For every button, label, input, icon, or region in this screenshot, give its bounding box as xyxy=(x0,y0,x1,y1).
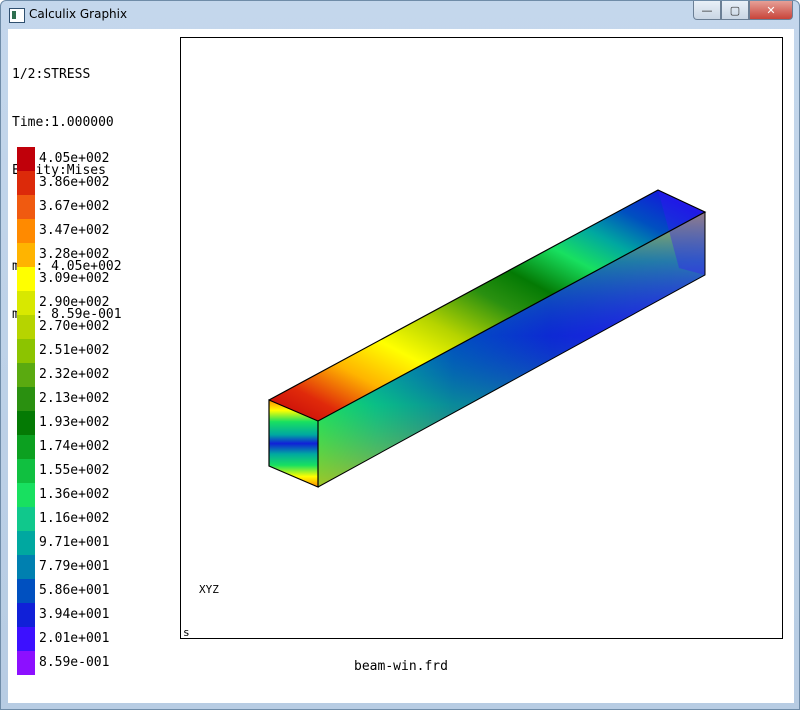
window-title: Calculix Graphix xyxy=(29,7,128,21)
legend-swatch xyxy=(17,387,35,411)
legend-swatch xyxy=(17,363,35,387)
minimize-button[interactable]: — xyxy=(693,1,721,20)
legend-swatch xyxy=(17,627,35,651)
legend-swatch xyxy=(17,195,35,219)
axis-triad-icon: XYZ xyxy=(199,583,219,596)
maximize-button[interactable]: ▢ xyxy=(721,1,749,20)
legend-swatch xyxy=(17,147,35,171)
legend-value: 2.13e+002 xyxy=(39,391,110,406)
legend-entry: 3.28e+002 xyxy=(17,243,167,267)
legend-value: 1.55e+002 xyxy=(39,463,110,478)
legend-entry: 3.86e+002 xyxy=(17,171,167,195)
file-name-label: beam-win.frd xyxy=(354,659,448,674)
legend-entry: 4.05e+002 xyxy=(17,147,167,171)
legend-swatch xyxy=(17,483,35,507)
legend-entry: 2.01e+001 xyxy=(17,627,167,651)
legend-value: 2.70e+002 xyxy=(39,319,110,334)
legend-entry: 1.55e+002 xyxy=(17,459,167,483)
legend-entry: 3.47e+002 xyxy=(17,219,167,243)
legend-entry: 2.51e+002 xyxy=(17,339,167,363)
application-window: Calculix Graphix — ▢ ✕ 1/2:STRESS Time:1… xyxy=(0,0,800,710)
dataset-label: 1/2:STRESS xyxy=(12,67,91,82)
legend-swatch xyxy=(17,603,35,627)
client-area: 1/2:STRESS Time:1.000000 Entity:Mises ma… xyxy=(8,29,794,703)
legend-entry: 1.74e+002 xyxy=(17,435,167,459)
legend-swatch xyxy=(17,579,35,603)
legend-value: 1.16e+002 xyxy=(39,511,110,526)
legend-entry: 2.90e+002 xyxy=(17,291,167,315)
legend-swatch xyxy=(17,339,35,363)
legend-swatch xyxy=(17,531,35,555)
legend-entry: 2.13e+002 xyxy=(17,387,167,411)
legend-swatch xyxy=(17,267,35,291)
legend-value: 3.67e+002 xyxy=(39,199,110,214)
legend-entry: 2.70e+002 xyxy=(17,315,167,339)
legend-swatch xyxy=(17,315,35,339)
legend-entry: 3.09e+002 xyxy=(17,267,167,291)
title-bar[interactable]: Calculix Graphix — ▢ ✕ xyxy=(1,1,799,29)
legend-value: 3.86e+002 xyxy=(39,175,110,190)
window-controls: — ▢ ✕ xyxy=(693,1,793,20)
legend-value: 1.93e+002 xyxy=(39,415,110,430)
legend-swatch xyxy=(17,555,35,579)
legend-swatch xyxy=(17,507,35,531)
legend-entry: 7.79e+001 xyxy=(17,555,167,579)
legend-entry: 1.36e+002 xyxy=(17,483,167,507)
legend-value: 2.51e+002 xyxy=(39,343,110,358)
legend-value: 9.71e+001 xyxy=(39,535,110,550)
legend-entry: 1.16e+002 xyxy=(17,507,167,531)
legend-entry: 1.93e+002 xyxy=(17,411,167,435)
beam-model xyxy=(268,189,707,488)
legend-value: 3.09e+002 xyxy=(39,271,110,286)
legend-value: 4.05e+002 xyxy=(39,151,110,166)
legend-swatch xyxy=(17,171,35,195)
legend-value: 1.36e+002 xyxy=(39,487,110,502)
time-label: Time:1.000000 xyxy=(12,115,114,130)
legend-swatch xyxy=(17,243,35,267)
legend-value: 2.32e+002 xyxy=(39,367,110,382)
legend-swatch xyxy=(17,219,35,243)
legend-swatch xyxy=(17,435,35,459)
legend-swatch xyxy=(17,291,35,315)
legend-value: 7.79e+001 xyxy=(39,559,110,574)
legend-entry: 3.94e+001 xyxy=(17,603,167,627)
legend-entry: 9.71e+001 xyxy=(17,531,167,555)
legend-value: 2.90e+002 xyxy=(39,295,110,310)
legend-value: 3.28e+002 xyxy=(39,247,110,262)
legend-swatch xyxy=(17,411,35,435)
legend-value: 3.94e+001 xyxy=(39,607,110,622)
legend-value: 2.01e+001 xyxy=(39,631,110,646)
legend-entry: 3.67e+002 xyxy=(17,195,167,219)
legend-entry: 2.32e+002 xyxy=(17,363,167,387)
legend-value: 1.74e+002 xyxy=(39,439,110,454)
legend-entry: 5.86e+001 xyxy=(17,579,167,603)
legend-value: 5.86e+001 xyxy=(39,583,110,598)
legend-swatch xyxy=(17,459,35,483)
close-button[interactable]: ✕ xyxy=(749,1,793,20)
model-viewport[interactable]: XYZ s xyxy=(180,37,783,639)
legend-value: 3.47e+002 xyxy=(39,223,110,238)
corner-mark: s xyxy=(183,626,190,639)
app-icon xyxy=(9,8,25,23)
color-legend: 4.05e+002 3.86e+002 3.67e+002 3.47e+002 3.28… xyxy=(17,147,167,675)
